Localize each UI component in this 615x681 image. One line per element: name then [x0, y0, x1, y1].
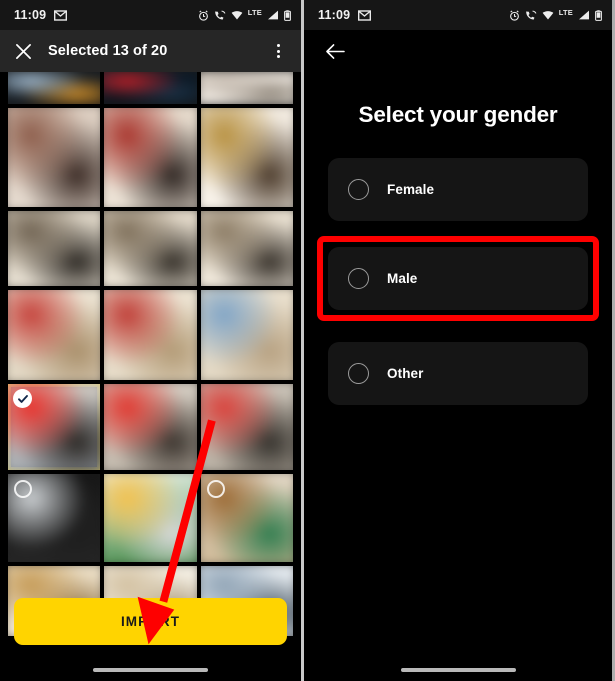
thumbnail-image: [200, 72, 293, 104]
call-wifi-icon: [525, 10, 537, 21]
unselected-check-icon[interactable]: [206, 480, 225, 498]
gallery-thumbnail[interactable]: [200, 474, 293, 562]
gender-option-wrapper: Male: [317, 236, 599, 321]
radio-button-icon[interactable]: [348, 363, 369, 384]
network-type-label: LTE: [247, 7, 262, 17]
thumbnail-image: [104, 474, 197, 562]
gender-option-female[interactable]: Female: [328, 158, 588, 221]
thumbnail-image: [200, 211, 293, 286]
gallery-thumbnail[interactable]: [8, 211, 101, 286]
unselected-check-icon[interactable]: [14, 480, 32, 498]
gallery-thumbnail[interactable]: [8, 474, 101, 562]
photo-picker-grid[interactable]: IMPORT: [0, 72, 301, 681]
thumbnail-image: [104, 72, 197, 104]
thumbnail-image: [104, 290, 197, 380]
status-bar-clock: 11:09: [318, 8, 351, 22]
page-title: Select your gender: [358, 102, 558, 127]
status-bar-notification-icons: [54, 9, 68, 21]
call-wifi-icon: [214, 10, 226, 21]
thumbnail-image: [104, 211, 197, 286]
status-bar-clock: 11:09: [14, 8, 47, 22]
radio-button-icon[interactable]: [348, 179, 369, 200]
thumbnail-image: [104, 108, 197, 207]
gallery-thumbnail[interactable]: [8, 72, 101, 104]
gender-appbar: [304, 30, 612, 72]
wifi-icon: [231, 10, 243, 20]
left-gesture-bar: [0, 668, 301, 672]
status-bar-system-icons: LTE: [198, 7, 291, 21]
gender-selection-screen: Select your gender Female Male Other: [304, 72, 612, 681]
left-status-bar: 11:09 LTE: [0, 0, 301, 30]
gmail-icon: [358, 9, 372, 21]
thumbnail-image: [8, 211, 101, 286]
overflow-menu-icon[interactable]: [267, 40, 289, 62]
thumbnail-image: [8, 72, 101, 104]
gender-option-wrapper: Other: [328, 342, 588, 405]
thumbnail-image: [8, 108, 101, 207]
gmail-icon: [54, 9, 68, 21]
right-status-bar: 11:09 LTE: [304, 0, 612, 30]
gender-option-male[interactable]: Male: [317, 236, 599, 321]
gender-option-label: Other: [387, 366, 424, 381]
gallery-thumbnail[interactable]: [104, 72, 197, 104]
status-bar-system-icons: LTE: [509, 7, 602, 21]
gallery-thumbnail[interactable]: [104, 290, 197, 380]
battery-icon: [595, 9, 602, 21]
gallery-thumbnail[interactable]: [200, 211, 293, 286]
gallery-thumbnail-selected[interactable]: [8, 384, 101, 470]
selection-toolbar: Selected 13 of 20: [0, 30, 301, 72]
gender-option-other[interactable]: Other: [328, 342, 588, 405]
gallery-thumbnail[interactable]: [200, 72, 293, 104]
gender-option-wrapper: Female: [328, 158, 588, 221]
selection-count-title: Selected 13 of 20: [48, 43, 168, 59]
import-button[interactable]: IMPORT: [14, 598, 287, 645]
dual-screenshot-composite: 11:09 LTE Selected 13 of 20 IMPORT 11:09…: [0, 0, 615, 681]
gallery-thumbnail[interactable]: [8, 108, 101, 207]
signal-icon: [267, 10, 279, 20]
gallery-thumbnail[interactable]: [104, 211, 197, 286]
gallery-thumbnail[interactable]: [104, 108, 197, 207]
thumbnail-image: [200, 290, 293, 380]
network-type-label: LTE: [558, 7, 573, 17]
alarm-icon: [198, 9, 209, 21]
gallery-row: [8, 474, 293, 562]
gallery-thumbnail[interactable]: [104, 384, 197, 470]
gallery-row: [8, 290, 293, 380]
gallery-thumbnail[interactable]: [104, 474, 197, 562]
right-gesture-bar: [304, 668, 612, 672]
gallery-row: [8, 72, 293, 104]
gallery-row: [8, 108, 293, 207]
thumbnail-image: [104, 384, 197, 470]
thumbnail-image: [8, 290, 101, 380]
battery-icon: [284, 9, 291, 21]
signal-icon: [578, 10, 590, 20]
gallery-thumbnail[interactable]: [200, 108, 293, 207]
gallery-row: [8, 384, 293, 470]
gallery-thumbnail[interactable]: [8, 290, 101, 380]
gallery-thumbnail[interactable]: [200, 384, 293, 470]
gender-option-label: Male: [387, 271, 418, 286]
alarm-icon: [509, 9, 520, 21]
wifi-icon: [542, 10, 554, 20]
left-phone-screen: 11:09 LTE Selected 13 of 20 IMPORT: [0, 0, 304, 681]
gender-option-label: Female: [387, 182, 435, 197]
thumbnail-image: [200, 108, 293, 207]
back-arrow-icon[interactable]: [324, 40, 346, 62]
gallery-thumbnail[interactable]: [200, 290, 293, 380]
selected-check-icon[interactable]: [13, 389, 32, 408]
thumbnail-image: [200, 384, 293, 470]
right-phone-screen: 11:09 LTE Select your gender Female Male…: [304, 0, 612, 681]
radio-button-icon[interactable]: [348, 268, 369, 289]
gallery-row: [8, 211, 293, 286]
close-icon[interactable]: [12, 40, 34, 62]
status-bar-notification-icons: [358, 9, 372, 21]
